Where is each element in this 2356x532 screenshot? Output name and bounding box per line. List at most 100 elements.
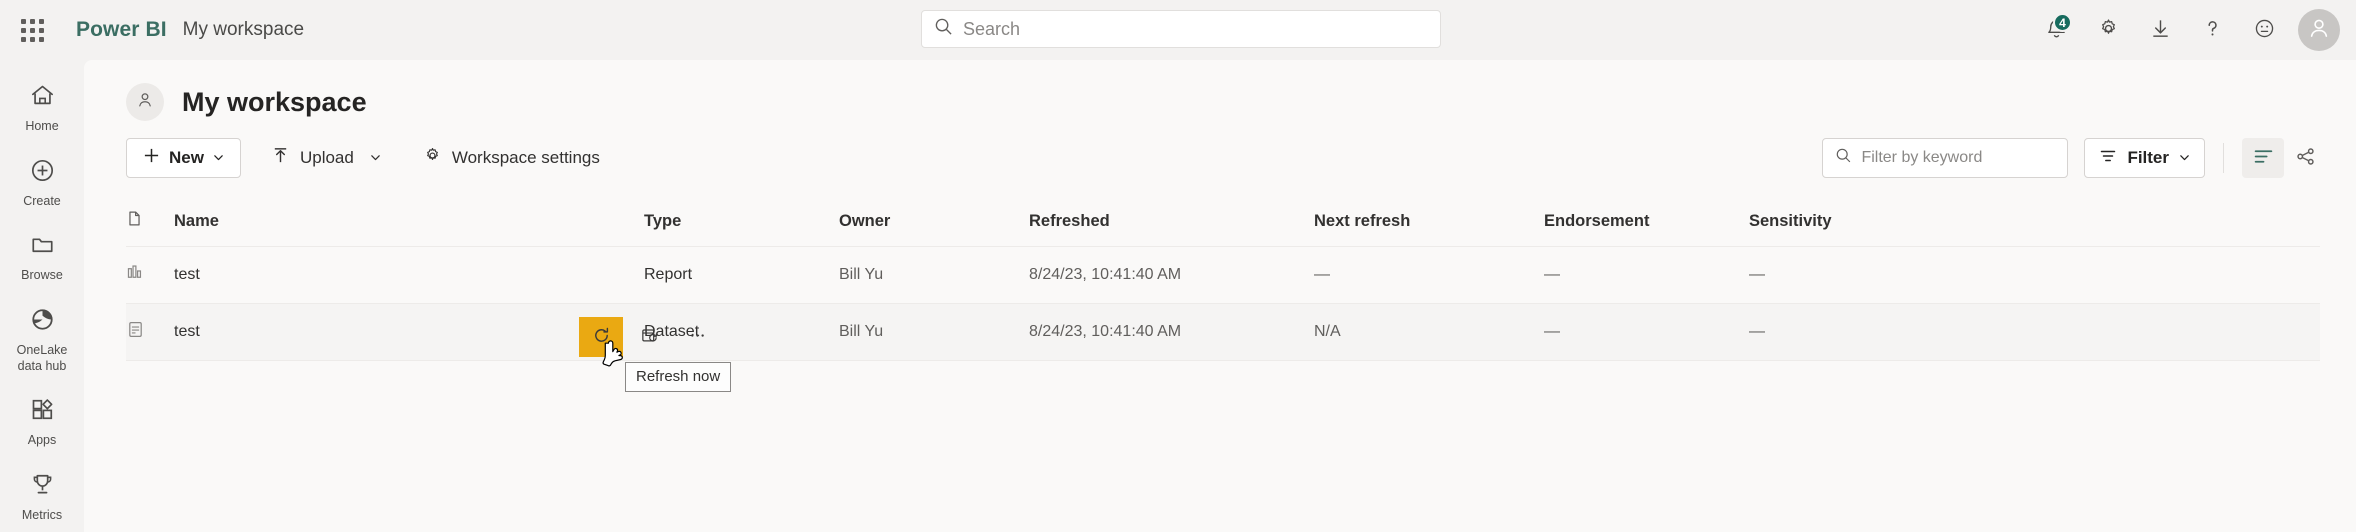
- column-header-owner[interactable]: Owner: [839, 196, 1029, 247]
- workspace-settings-label: Workspace settings: [451, 148, 600, 167]
- workspace-content-pane: My workspace New Upload Workspace settin…: [84, 60, 2356, 532]
- column-header-name[interactable]: Name: [174, 196, 644, 247]
- more-options-button[interactable]: [675, 317, 719, 357]
- workspace-items-table-wrapper: Name Type Owner Refreshed Next refresh E…: [84, 184, 2356, 392]
- sidebar-item-home[interactable]: Home: [0, 74, 84, 139]
- header-actions: 4: [2032, 0, 2356, 60]
- apps-grid-icon: [29, 396, 56, 428]
- sidebar-item-apps[interactable]: Apps: [0, 388, 84, 453]
- table-header: Name Type Owner Refreshed Next refresh E…: [126, 196, 2320, 247]
- sidebar-item-label: Apps: [27, 433, 57, 448]
- report-bar-chart-icon: [126, 265, 145, 286]
- column-header-refreshed[interactable]: Refreshed: [1029, 196, 1314, 247]
- column-header-sensitivity[interactable]: Sensitivity: [1749, 196, 2320, 247]
- sidebar-item-metrics[interactable]: Metrics: [0, 463, 84, 528]
- folder-icon: [29, 231, 56, 263]
- row-name[interactable]: test: [174, 246, 644, 304]
- sidebar-item-label: Home: [25, 119, 59, 133]
- filter-by-keyword-box[interactable]: [1822, 138, 2069, 178]
- column-header-next-refresh[interactable]: Next refresh: [1314, 196, 1544, 247]
- page-title: My workspace: [182, 86, 367, 117]
- row-type-icon-cell: [126, 303, 174, 361]
- row-next-refresh: N/A: [1314, 303, 1544, 361]
- account-avatar[interactable]: [2298, 9, 2340, 51]
- column-header-type[interactable]: Type: [644, 196, 839, 247]
- smiley-feedback-icon: [2253, 17, 2276, 43]
- row-refreshed: 8/24/23, 10:41:40 AM: [1029, 303, 1314, 361]
- column-header-icon[interactable]: [126, 196, 174, 247]
- global-search-box[interactable]: [921, 10, 1441, 48]
- sidebar-label-line1: OneLake: [16, 342, 68, 357]
- refresh-now-button[interactable]: [579, 317, 623, 357]
- sidebar-label-line2: data hub: [17, 358, 67, 373]
- gear-icon: [2097, 17, 2120, 43]
- row-name[interactable]: test: [174, 303, 644, 361]
- schedule-refresh-button[interactable]: [627, 317, 671, 357]
- share-network-icon: [2295, 146, 2316, 170]
- plus-icon: [143, 147, 160, 169]
- workspace-title-row: My workspace: [84, 60, 2356, 124]
- search-icon: [934, 17, 953, 41]
- notification-count-badge: 4: [2053, 13, 2072, 32]
- home-icon: [29, 82, 56, 114]
- new-button-label: New: [169, 148, 204, 167]
- sidebar-item-onelake-data-hub[interactable]: OneLake data hub: [0, 298, 84, 378]
- sidebar-item-label: OneLake data hub: [17, 343, 68, 374]
- notifications-button[interactable]: 4: [2032, 6, 2080, 54]
- breadcrumb-my-workspace[interactable]: My workspace: [183, 19, 304, 41]
- sidebar-item-browse[interactable]: Browse: [0, 223, 84, 288]
- download-icon: [2149, 17, 2172, 43]
- refresh-now-tooltip: Refresh now: [625, 362, 732, 392]
- list-view-toggle[interactable]: [2242, 138, 2284, 178]
- download-button[interactable]: [2136, 6, 2184, 54]
- workspace-settings-button[interactable]: Workspace settings: [411, 138, 612, 178]
- toolbar-divider: [2223, 143, 2224, 173]
- upload-icon: [271, 146, 290, 170]
- upload-button[interactable]: Upload: [259, 138, 393, 178]
- powerbi-brand-logo[interactable]: Power BI: [76, 18, 167, 42]
- filter-by-keyword-input[interactable]: [1861, 149, 2056, 167]
- row-type-icon-cell: [126, 246, 174, 304]
- user-avatar-icon: [2306, 15, 2332, 46]
- row-sensitivity: —: [1749, 246, 2320, 304]
- workspace-avatar: [126, 83, 164, 121]
- onelake-icon: [29, 306, 56, 338]
- chevron-down-icon: [2179, 148, 2190, 168]
- filter-funnel-icon: [2099, 147, 2117, 170]
- file-type-icon: [126, 211, 143, 231]
- share-button[interactable]: [2284, 138, 2326, 178]
- row-type: Report: [644, 246, 839, 304]
- table-row[interactable]: test Dataset Bill Yu 8/24/23, 10:41:40 A…: [126, 303, 2320, 361]
- sidebar-item-create[interactable]: Create: [0, 149, 84, 214]
- column-header-endorsement[interactable]: Endorsement: [1544, 196, 1749, 247]
- schedule-refresh-icon: [640, 326, 659, 348]
- row-owner: Bill Yu: [839, 246, 1029, 304]
- sidebar-item-label: Metrics: [21, 507, 63, 522]
- upload-button-label: Upload: [299, 148, 354, 167]
- global-search-input[interactable]: [963, 18, 1428, 40]
- table-body: test Report Bill Yu 8/24/23, 10:41:40 AM…: [126, 246, 2320, 361]
- new-button[interactable]: New: [126, 138, 241, 178]
- command-bar: New Upload Workspace settings Filter by …: [84, 132, 2356, 184]
- workspace-items-table: Name Type Owner Refreshed Next refresh E…: [126, 196, 2320, 361]
- table-header-row: Name Type Owner Refreshed Next refresh E…: [126, 196, 2320, 247]
- feedback-button[interactable]: [2240, 6, 2288, 54]
- left-navigation-rail: Home Create Browse OneLake data hub Apps…: [0, 60, 84, 532]
- filter-button[interactable]: Filter: [2084, 138, 2205, 178]
- table-row[interactable]: test Report Bill Yu 8/24/23, 10:41:40 AM…: [126, 246, 2320, 304]
- help-button[interactable]: [2188, 6, 2236, 54]
- row-owner: Bill Yu: [839, 303, 1029, 361]
- app-launcher-waffle-icon[interactable]: [10, 8, 54, 52]
- refresh-circular-arrow-icon: [592, 326, 611, 348]
- person-icon: [135, 90, 155, 115]
- chevron-down-icon: [213, 148, 224, 168]
- ellipsis-icon: [688, 326, 707, 348]
- settings-button[interactable]: [2084, 6, 2132, 54]
- row-sensitivity: —: [1749, 303, 2320, 361]
- sidebar-item-label: Create: [23, 193, 61, 208]
- search-icon: [1835, 147, 1852, 169]
- trophy-icon: [29, 471, 56, 503]
- dataset-table-icon: [126, 322, 145, 343]
- sidebar-item-label: Browse: [21, 268, 63, 283]
- gear-icon: [423, 146, 442, 170]
